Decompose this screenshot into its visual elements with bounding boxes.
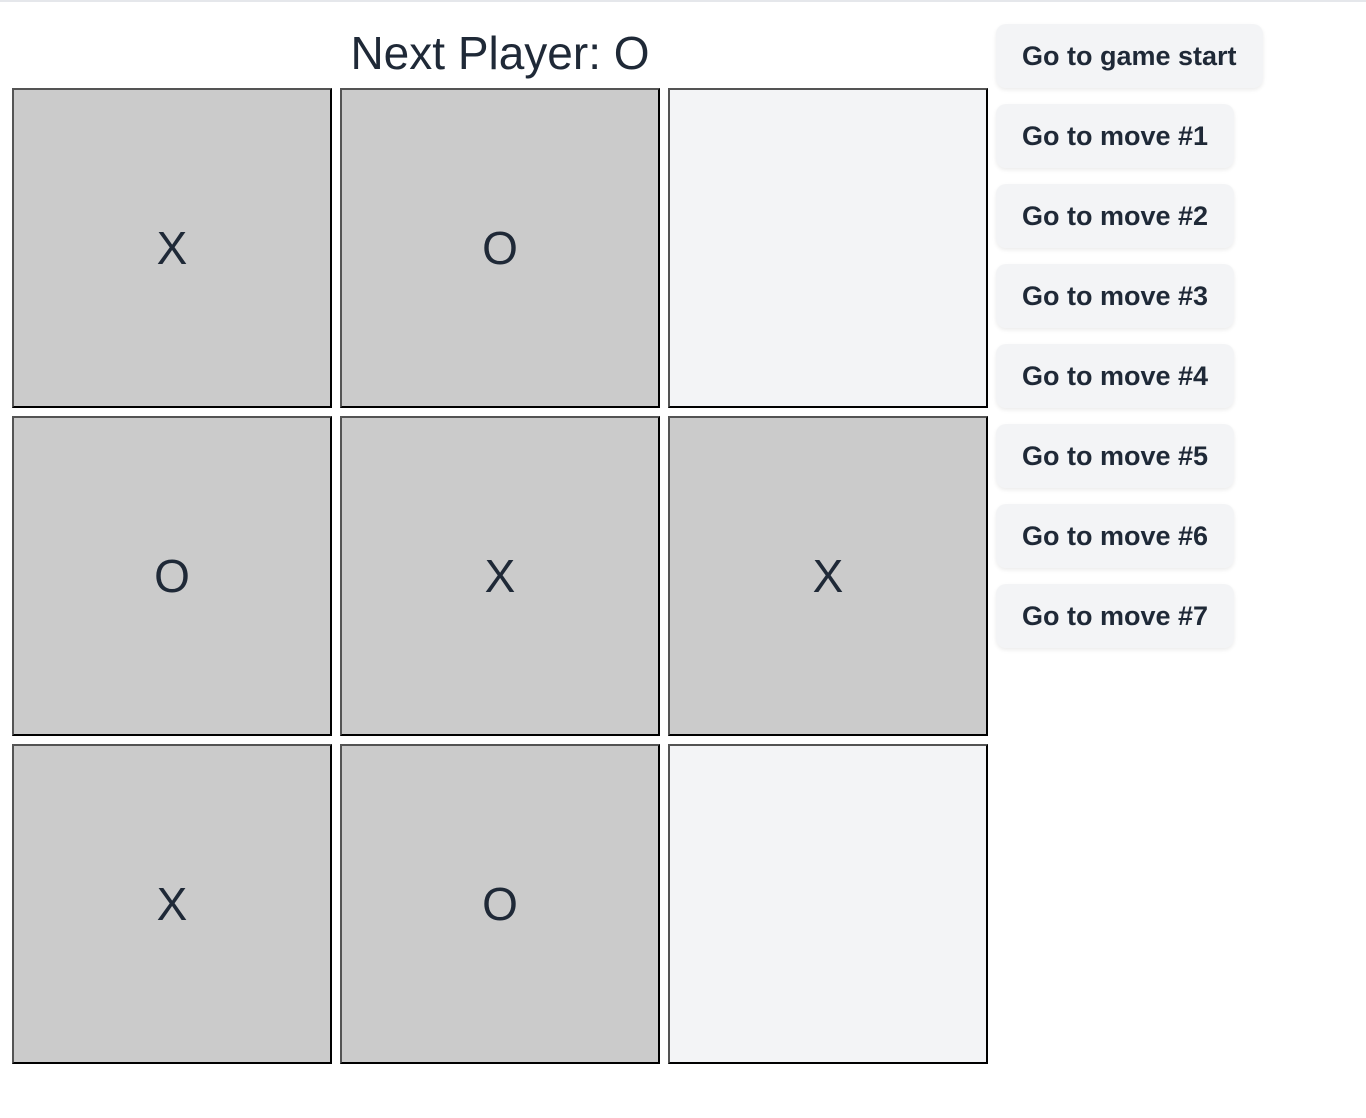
game-board: X O O X X X O — [12, 88, 988, 1064]
go-to-move-7-button[interactable]: Go to move #7 — [996, 584, 1235, 648]
go-to-move-5-button[interactable]: Go to move #5 — [996, 424, 1235, 488]
go-to-move-3-button[interactable]: Go to move #3 — [996, 264, 1235, 328]
history-item: Go to move #1 — [996, 104, 1263, 168]
history-item: Go to move #6 — [996, 504, 1263, 568]
board-square-1[interactable]: X — [12, 88, 332, 408]
board-square-2[interactable]: O — [340, 88, 660, 408]
board-square-6[interactable]: X — [668, 416, 988, 736]
history-item: Go to move #2 — [996, 184, 1263, 248]
history-item: Go to move #7 — [996, 584, 1263, 648]
history-item: Go to move #5 — [996, 424, 1263, 488]
history-item: Go to move #3 — [996, 264, 1263, 328]
board-square-4[interactable]: O — [12, 416, 332, 736]
go-to-move-4-button[interactable]: Go to move #4 — [996, 344, 1235, 408]
go-to-move-6-button[interactable]: Go to move #6 — [996, 504, 1235, 568]
top-divider — [0, 0, 1366, 2]
go-to-move-2-button[interactable]: Go to move #2 — [996, 184, 1235, 248]
history-item: Go to move #4 — [996, 344, 1263, 408]
go-to-game-start-button[interactable]: Go to game start — [996, 24, 1263, 88]
move-history-list: Go to game start Go to move #1 Go to mov… — [996, 24, 1263, 664]
board-square-8[interactable]: O — [340, 744, 660, 1064]
go-to-move-1-button[interactable]: Go to move #1 — [996, 104, 1235, 168]
board-square-3[interactable] — [668, 88, 988, 408]
history-item: Go to game start — [996, 24, 1263, 88]
board-square-5[interactable]: X — [340, 416, 660, 736]
board-square-9[interactable] — [668, 744, 988, 1064]
board-square-7[interactable]: X — [12, 744, 332, 1064]
game-status: Next Player: O — [350, 27, 650, 79]
